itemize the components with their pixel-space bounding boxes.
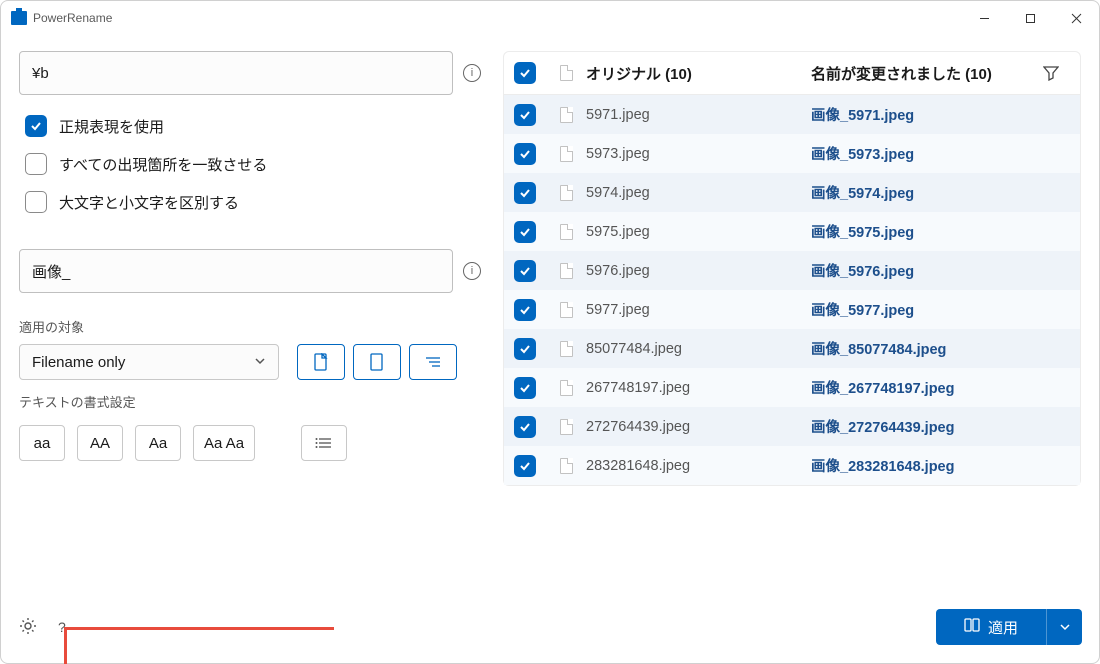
chevron-down-icon	[254, 354, 266, 371]
table-row[interactable]: 267748197.jpeg画像_267748197.jpeg	[504, 368, 1080, 407]
row-checkbox[interactable]	[514, 377, 536, 399]
original-name: 5973.jpeg	[586, 146, 811, 162]
file-icon	[560, 107, 573, 123]
original-name: 85077484.jpeg	[586, 341, 811, 357]
row-checkbox[interactable]	[514, 455, 536, 477]
original-name: 5971.jpeg	[586, 107, 811, 123]
app-window: PowerRename ¥b i 正規表現を使用 すべての出現箇所を一致させる	[0, 0, 1100, 664]
table-row[interactable]: 5974.jpeg画像_5974.jpeg	[504, 173, 1080, 212]
table-row[interactable]: 5977.jpeg画像_5977.jpeg	[504, 290, 1080, 329]
renamed-name: 画像_5971.jpeg	[811, 104, 1036, 125]
file-icon	[560, 224, 573, 240]
row-checkbox[interactable]	[514, 416, 536, 438]
table-row[interactable]: 85077484.jpeg画像_85077484.jpeg	[504, 329, 1080, 368]
renamed-name: 画像_5974.jpeg	[811, 182, 1036, 203]
app-icon	[11, 11, 27, 25]
apply-dropdown-button[interactable]	[1046, 609, 1082, 645]
apply-button[interactable]: 適用	[936, 609, 1082, 645]
include-files-button[interactable]	[297, 344, 345, 380]
table-row[interactable]: 272764439.jpeg画像_272764439.jpeg	[504, 407, 1080, 446]
uppercase-button[interactable]: AA	[77, 425, 123, 461]
help-button[interactable]: ?	[58, 619, 66, 635]
table-header: オリジナル (10) 名前が変更されました (10)	[503, 51, 1081, 95]
renamed-name: 画像_272764439.jpeg	[811, 416, 1036, 437]
include-folders-button[interactable]	[353, 344, 401, 380]
match-all-label: すべての出現箇所を一致させる	[59, 154, 267, 175]
table-row[interactable]: 283281648.jpeg画像_283281648.jpeg	[504, 446, 1080, 485]
row-checkbox[interactable]	[514, 143, 536, 165]
renamed-name: 画像_283281648.jpeg	[811, 455, 1036, 476]
row-checkbox[interactable]	[514, 338, 536, 360]
settings-button[interactable]	[18, 616, 38, 639]
table-row[interactable]: 5975.jpeg画像_5975.jpeg	[504, 212, 1080, 251]
enumerate-button[interactable]	[301, 425, 347, 461]
original-header: オリジナル (10)	[586, 63, 811, 84]
maximize-button[interactable]	[1007, 2, 1053, 34]
close-button[interactable]	[1053, 2, 1099, 34]
file-icon	[560, 185, 573, 201]
renamed-header: 名前が変更されました (10)	[811, 63, 1036, 84]
select-all-checkbox[interactable]	[514, 62, 536, 84]
table-row[interactable]: 5971.jpeg画像_5971.jpeg	[504, 95, 1080, 134]
minimize-button[interactable]	[961, 2, 1007, 34]
row-checkbox[interactable]	[514, 104, 536, 126]
filter-button[interactable]	[1036, 65, 1066, 81]
original-name: 5974.jpeg	[586, 185, 811, 201]
table-row[interactable]: 5976.jpeg画像_5976.jpeg	[504, 251, 1080, 290]
replace-info-icon[interactable]: i	[463, 262, 481, 280]
lowercase-button[interactable]: aa	[19, 425, 65, 461]
original-name: 272764439.jpeg	[586, 419, 811, 435]
apply-icon	[964, 617, 980, 637]
capitalize-button[interactable]: Aa Aa	[193, 425, 255, 461]
file-list: 5971.jpeg画像_5971.jpeg5973.jpeg画像_5973.jp…	[503, 95, 1081, 486]
row-checkbox[interactable]	[514, 221, 536, 243]
file-icon	[560, 341, 573, 357]
row-checkbox[interactable]	[514, 260, 536, 282]
regex-checkbox[interactable]	[25, 115, 47, 137]
apply-to-label: 適用の対象	[19, 317, 481, 336]
original-name: 5977.jpeg	[586, 302, 811, 318]
include-subfolders-button[interactable]	[409, 344, 457, 380]
search-input[interactable]: ¥b	[19, 51, 453, 95]
renamed-name: 画像_267748197.jpeg	[811, 377, 1036, 398]
file-icon	[560, 458, 573, 474]
file-icon	[560, 263, 573, 279]
case-label: 大文字と小文字を区別する	[59, 192, 239, 213]
file-icon	[560, 302, 573, 318]
format-label: テキストの書式設定	[19, 392, 481, 411]
original-name: 267748197.jpeg	[586, 380, 811, 396]
titlecase-button[interactable]: Aa	[135, 425, 181, 461]
regex-label: 正規表現を使用	[59, 116, 164, 137]
renamed-name: 画像_85077484.jpeg	[811, 338, 1036, 359]
original-name: 283281648.jpeg	[586, 458, 811, 474]
row-checkbox[interactable]	[514, 182, 536, 204]
titlebar: PowerRename	[1, 1, 1099, 35]
original-name: 5976.jpeg	[586, 263, 811, 279]
renamed-name: 画像_5973.jpeg	[811, 143, 1036, 164]
table-row[interactable]: 5973.jpeg画像_5973.jpeg	[504, 134, 1080, 173]
match-all-checkbox[interactable]	[25, 153, 47, 175]
apply-to-dropdown[interactable]: Filename only	[19, 344, 279, 380]
row-checkbox[interactable]	[514, 299, 536, 321]
original-name: 5975.jpeg	[586, 224, 811, 240]
file-icon	[560, 146, 573, 162]
file-icon	[560, 65, 573, 81]
file-icon	[560, 419, 573, 435]
file-icon	[560, 380, 573, 396]
search-info-icon[interactable]: i	[463, 64, 481, 82]
window-title: PowerRename	[33, 11, 112, 25]
renamed-name: 画像_5975.jpeg	[811, 221, 1036, 242]
renamed-name: 画像_5977.jpeg	[811, 299, 1036, 320]
renamed-name: 画像_5976.jpeg	[811, 260, 1036, 281]
replace-input[interactable]: 画像_	[19, 249, 453, 293]
case-checkbox[interactable]	[25, 191, 47, 213]
